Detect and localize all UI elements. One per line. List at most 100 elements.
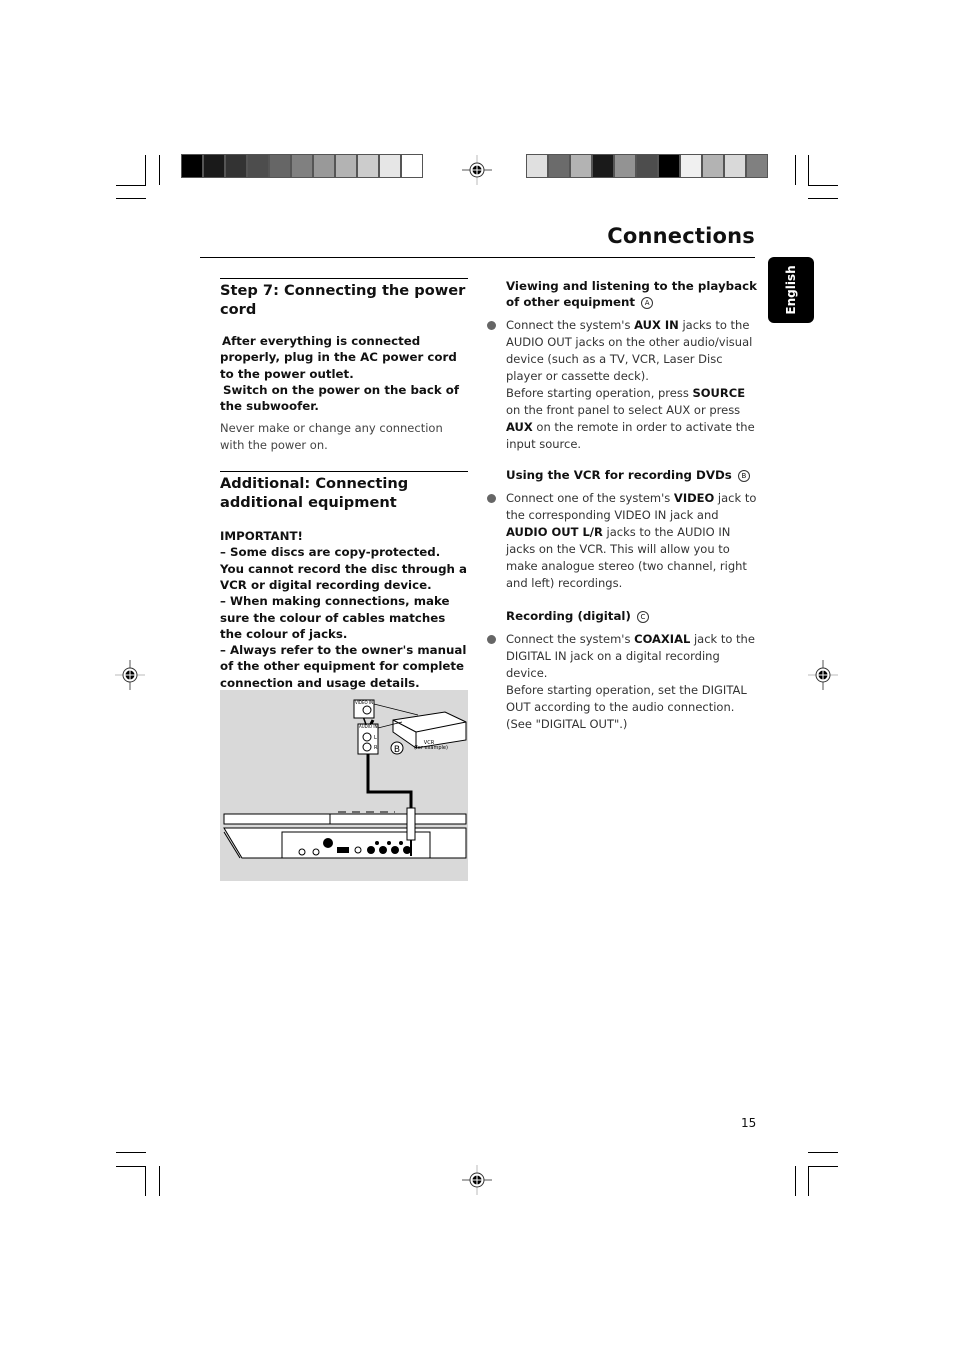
crop-mark [808, 1166, 809, 1196]
registration-mark-icon [462, 1165, 492, 1195]
emphasis-text: SOURCE [692, 386, 746, 400]
section-heading: Viewing and listening to the playback of… [506, 279, 757, 309]
crop-mark [808, 198, 838, 199]
additional-heading: Additional: Connecting additional equipm… [220, 471, 468, 512]
emphasis-text: AUX [506, 420, 533, 434]
left-channel-label: L [374, 735, 377, 741]
color-swatch [402, 155, 422, 177]
color-swatch [182, 155, 202, 177]
color-swatch [380, 155, 400, 177]
audio-in-label: AUDIO IN [359, 724, 378, 729]
language-tab: English [768, 257, 814, 323]
step7-note: Never make or change any connection with… [220, 421, 443, 452]
right-channel-label: R [374, 745, 378, 751]
color-calibration-bar-right [526, 154, 768, 178]
step7-heading: Step 7: Connecting the power cord [220, 278, 468, 319]
title-divider [200, 257, 755, 258]
warning-item: – Some discs are copy-protected. You can… [220, 545, 467, 592]
jack [367, 846, 375, 854]
color-swatch [226, 155, 246, 177]
color-swatch [204, 155, 224, 177]
color-swatch [703, 155, 723, 177]
marker-c-icon: C [636, 610, 649, 623]
section-heading: Using the VCR for recording DVDs B [506, 467, 758, 483]
section-vcr: Using the VCR for recording DVDs B Conne… [486, 467, 758, 592]
marker-b-label: B [394, 745, 400, 755]
crop-mark [116, 185, 146, 186]
bullet-dot-icon [487, 494, 496, 503]
emphasis-text: COAXIAL [634, 632, 691, 646]
video-in-label: VIDEO IN [355, 700, 373, 705]
page-title: Connections [607, 224, 755, 248]
color-swatch [248, 155, 268, 177]
color-swatch [659, 155, 679, 177]
color-swatch [549, 155, 569, 177]
jack [403, 846, 411, 854]
follow-text: Before starting operation, press SOURCE … [486, 385, 758, 453]
color-swatch [270, 155, 290, 177]
important-label: IMPORTANT! [220, 529, 303, 544]
bullet-item: Connect the system's COAXIAL jack to the… [486, 631, 758, 682]
bullet-dot-icon [487, 635, 496, 644]
hdmi-port [337, 847, 349, 853]
crop-mark [116, 1152, 146, 1153]
jack [379, 846, 387, 854]
connection-diagram: VIDEO IN AUDIO IN L R VCR (for example) … [220, 690, 468, 881]
color-swatch [314, 155, 334, 177]
registration-mark-icon [462, 155, 492, 185]
color-swatch [593, 155, 613, 177]
section-digital: Recording (digital) C Connect the system… [486, 608, 758, 733]
page-number: 15 [741, 1116, 757, 1130]
color-swatch [681, 155, 701, 177]
color-swatch [725, 155, 745, 177]
crop-mark [116, 198, 146, 199]
emphasis-text: AUDIO OUT L/R [506, 525, 603, 539]
crop-mark [145, 1166, 146, 1196]
vcr-note: (for example) [414, 745, 448, 751]
emphasis-text: VIDEO [673, 491, 715, 505]
right-column: Viewing and listening to the playback of… [486, 278, 758, 733]
crop-mark [808, 155, 809, 185]
language-tab-label: English [784, 265, 798, 315]
marker-a-icon: A [641, 296, 654, 309]
section-heading: Recording (digital) C [506, 608, 758, 624]
crop-mark [145, 155, 146, 185]
step7-instruction: Switch on the power on the back of the s… [220, 382, 460, 414]
body-text: Before starting operation, press [506, 386, 693, 400]
jack [391, 846, 399, 854]
warning-item: – Always refer to the owner's manual of … [220, 643, 467, 690]
body-text: Connect the system's [506, 632, 635, 646]
color-calibration-bar-left [181, 154, 423, 178]
color-swatch [571, 155, 591, 177]
unit-top-edge [223, 813, 467, 825]
crop-mark [808, 185, 838, 186]
left-column: Step 7: Connecting the power cord After … [220, 278, 468, 691]
crop-mark [795, 155, 796, 185]
color-swatch [747, 155, 767, 177]
plug [406, 807, 416, 841]
crop-mark [159, 1166, 160, 1196]
body-text: Connect one of the system's [506, 491, 674, 505]
crop-mark [116, 1166, 146, 1167]
svideo-jack [323, 838, 333, 848]
color-swatch [336, 155, 356, 177]
crop-mark [808, 1152, 838, 1153]
body-text: Connect the system's [506, 318, 635, 332]
color-swatch [637, 155, 657, 177]
warning-item: – When making connections, make sure the… [220, 594, 450, 641]
crop-mark [159, 155, 160, 185]
color-swatch [615, 155, 635, 177]
step7-instruction: After everything is connected properly, … [220, 334, 457, 381]
registration-mark-icon [808, 660, 838, 690]
emphasis-text: AUX IN [634, 318, 679, 332]
color-swatch [527, 155, 547, 177]
body-text: on the remote in order to activate the i… [506, 420, 755, 451]
crop-mark [795, 1166, 796, 1196]
color-swatch [358, 155, 378, 177]
marker-b-icon: B [737, 469, 750, 482]
crop-mark [808, 1166, 838, 1167]
bullet-item: Connect one of the system's VIDEO jack t… [486, 490, 758, 592]
registration-mark-icon [115, 660, 145, 690]
vcr-connection-illustration: VIDEO IN AUDIO IN L R VCR (for example) … [223, 699, 467, 859]
section-viewing: Viewing and listening to the playback of… [486, 278, 758, 453]
